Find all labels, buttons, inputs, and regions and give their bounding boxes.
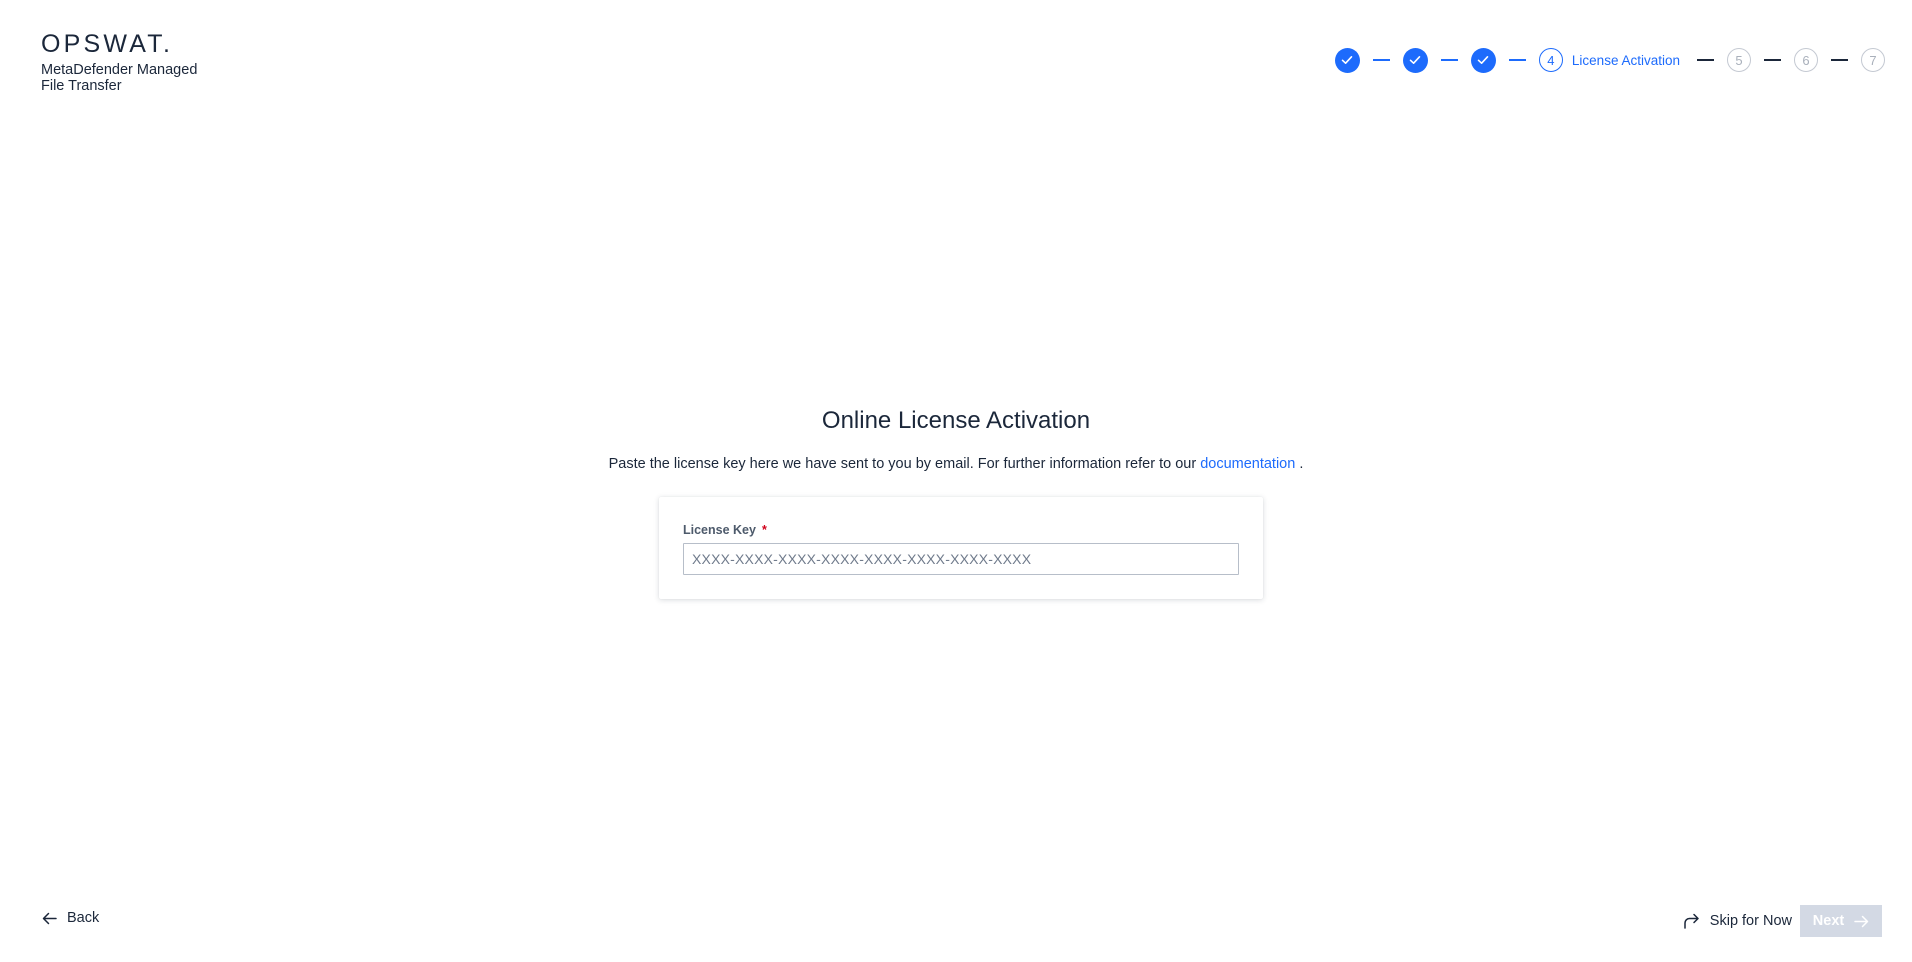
step-connector <box>1697 59 1714 61</box>
step-2-completed <box>1402 47 1428 73</box>
check-icon <box>1478 56 1489 64</box>
arrow-right-icon <box>1854 915 1869 927</box>
back-label: Back <box>67 910 100 926</box>
step-connector <box>1831 59 1848 61</box>
step-4-active: 4 <box>1538 48 1563 72</box>
step-connector <box>1764 59 1781 61</box>
step-3-completed <box>1470 47 1496 73</box>
description-text: Paste the license key here we have sent … <box>608 456 1197 472</box>
next-label: Next <box>1812 913 1845 929</box>
license-key-label: License Key * <box>683 522 1239 538</box>
step-6-pending: 6 <box>1794 48 1818 72</box>
documentation-link[interactable]: documentation <box>1200 456 1295 472</box>
product-name: MetaDefender Managed File Transfer <box>41 62 198 94</box>
description-end: . <box>1295 456 1304 472</box>
back-button[interactable]: Back <box>42 910 99 926</box>
step-connector <box>1440 59 1458 61</box>
arrow-left-icon <box>42 912 57 924</box>
required-indicator: * <box>761 523 767 537</box>
step-4-label: License Activation <box>1571 52 1680 68</box>
check-icon <box>1410 56 1421 64</box>
setup-stepper: 4 License Activation 5 6 7 <box>1334 47 1885 73</box>
step-connector <box>1372 59 1390 61</box>
check-icon <box>1342 56 1353 64</box>
step-1-completed <box>1334 47 1360 73</box>
step-connector <box>1508 59 1526 61</box>
redo-arrow-icon <box>1684 913 1699 929</box>
step-5-pending: 5 <box>1727 48 1751 72</box>
skip-for-now-button[interactable]: Skip for Now <box>1683 913 1792 929</box>
skip-label: Skip for Now <box>1709 913 1792 929</box>
license-key-input[interactable] <box>683 543 1239 575</box>
opswat-logo: OPSWAT. <box>41 30 174 58</box>
license-activation-section: Online License Activation Paste the lice… <box>0 405 1912 473</box>
license-key-card: License Key * <box>659 497 1263 599</box>
page-description: Paste the license key here we have sent … <box>0 455 1912 473</box>
brand: OPSWAT. MetaDefender Managed File Transf… <box>41 30 211 95</box>
footer-actions: Skip for Now Next <box>1683 905 1882 937</box>
step-7-pending: 7 <box>1861 48 1885 72</box>
page-title: Online License Activation <box>821 407 1091 434</box>
next-button[interactable]: Next <box>1800 905 1882 937</box>
license-key-label-text: License Key <box>683 523 756 537</box>
